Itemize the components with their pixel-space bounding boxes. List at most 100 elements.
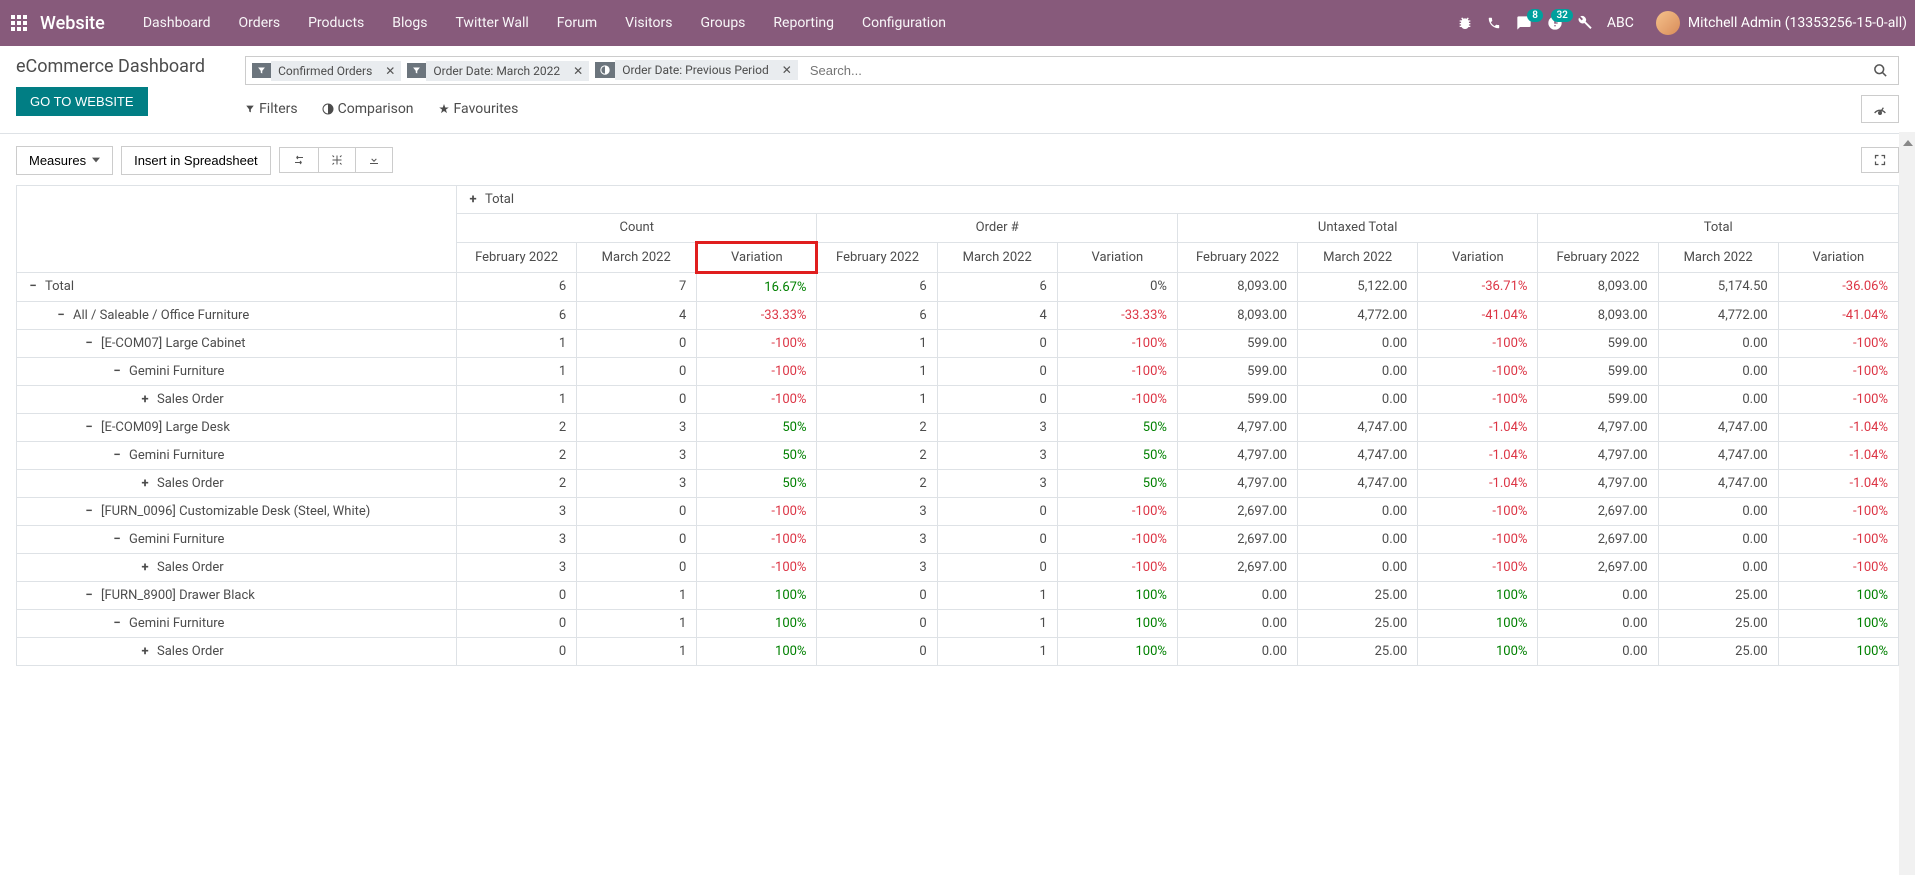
toggle-icon[interactable]: − (111, 532, 123, 547)
pivot-cell[interactable]: 0.00 (1298, 525, 1418, 553)
pivot-cell[interactable]: 0.00 (1658, 553, 1778, 581)
pivot-cell[interactable]: 100% (697, 637, 817, 665)
toggle-icon[interactable]: + (139, 476, 151, 491)
pivot-cell[interactable]: 0 (937, 385, 1057, 413)
pivot-cell[interactable]: 4,797.00 (1177, 413, 1297, 441)
pivot-cell[interactable]: -36.71% (1418, 272, 1538, 301)
pivot-cell[interactable]: 0.00 (1538, 637, 1658, 665)
pivot-cell[interactable]: 4,797.00 (1538, 413, 1658, 441)
pivot-cell[interactable]: 0.00 (1298, 553, 1418, 581)
period-header[interactable]: March 2022 (577, 242, 697, 272)
pivot-cell[interactable]: 3 (457, 497, 577, 525)
pivot-cell[interactable]: 3 (577, 469, 697, 497)
row-header[interactable]: −Gemini Furniture (17, 357, 457, 385)
pivot-cell[interactable]: 4,747.00 (1658, 413, 1778, 441)
user-menu[interactable]: Mitchell Admin (13353256-15-0-all) (1656, 11, 1907, 35)
pivot-cell[interactable]: 100% (1418, 609, 1538, 637)
nav-item-visitors[interactable]: Visitors (611, 1, 686, 45)
dashboard-view-button[interactable] (1861, 95, 1899, 123)
toggle-icon[interactable]: − (83, 504, 95, 519)
download-button[interactable] (356, 147, 393, 173)
facet-remove-button[interactable]: ✕ (379, 61, 401, 81)
period-header[interactable]: Variation (1057, 242, 1177, 272)
pivot-cell[interactable]: 2,697.00 (1538, 525, 1658, 553)
pivot-cell[interactable]: 1 (577, 637, 697, 665)
pivot-cell[interactable]: 1 (457, 329, 577, 357)
toggle-icon[interactable]: − (27, 279, 39, 294)
insert-spreadsheet-button[interactable]: Insert in Spreadsheet (121, 146, 271, 175)
pivot-cell[interactable]: -100% (1778, 553, 1898, 581)
pivot-cell[interactable]: 0.00 (1538, 609, 1658, 637)
pivot-cell[interactable]: 8,093.00 (1538, 301, 1658, 329)
pivot-cell[interactable]: -100% (1418, 329, 1538, 357)
pivot-cell[interactable]: 1 (577, 609, 697, 637)
pivot-cell[interactable]: 2,697.00 (1177, 497, 1297, 525)
pivot-cell[interactable]: 0.00 (1658, 385, 1778, 413)
row-header[interactable]: −[E-COM09] Large Desk (17, 413, 457, 441)
pivot-cell[interactable]: -100% (1057, 497, 1177, 525)
period-header[interactable]: March 2022 (1298, 242, 1418, 272)
pivot-cell[interactable]: -33.33% (1057, 301, 1177, 329)
pivot-cell[interactable]: 8,093.00 (1538, 272, 1658, 301)
pivot-cell[interactable]: 100% (697, 609, 817, 637)
pivot-cell[interactable]: 2 (457, 441, 577, 469)
nav-item-orders[interactable]: Orders (225, 1, 295, 45)
pivot-cell[interactable]: 50% (1057, 441, 1177, 469)
activities-icon[interactable]: 32 (1547, 15, 1563, 31)
row-header[interactable]: +Sales Order (17, 469, 457, 497)
pivot-cell[interactable]: 599.00 (1538, 385, 1658, 413)
measure-header[interactable]: Count (457, 213, 817, 242)
row-header[interactable]: +Sales Order (17, 553, 457, 581)
row-header[interactable]: −Total (17, 272, 457, 301)
row-header[interactable]: +Sales Order (17, 385, 457, 413)
pivot-cell[interactable]: 0% (1057, 272, 1177, 301)
pivot-cell[interactable]: 4,747.00 (1658, 441, 1778, 469)
pivot-cell[interactable]: 6 (937, 272, 1057, 301)
pivot-cell[interactable]: 5,174.50 (1658, 272, 1778, 301)
pivot-cell[interactable]: 1 (577, 581, 697, 609)
pivot-cell[interactable]: -100% (1057, 525, 1177, 553)
pivot-cell[interactable]: 3 (937, 441, 1057, 469)
pivot-cell[interactable]: 0 (457, 637, 577, 665)
period-header[interactable]: February 2022 (1538, 242, 1658, 272)
pivot-cell[interactable]: 2 (817, 441, 937, 469)
phone-icon[interactable] (1487, 16, 1501, 30)
pivot-cell[interactable]: 100% (1418, 581, 1538, 609)
pivot-cell[interactable]: 1 (817, 357, 937, 385)
pivot-cell[interactable]: 50% (697, 469, 817, 497)
pivot-cell[interactable]: -100% (1418, 525, 1538, 553)
pivot-cell[interactable]: 3 (817, 497, 937, 525)
nav-item-groups[interactable]: Groups (686, 1, 759, 45)
pivot-cell[interactable]: 6 (457, 272, 577, 301)
pivot-cell[interactable]: -100% (1778, 385, 1898, 413)
pivot-cell[interactable]: 25.00 (1298, 581, 1418, 609)
toggle-icon[interactable]: − (111, 364, 123, 379)
pivot-cell[interactable]: 0.00 (1298, 329, 1418, 357)
pivot-cell[interactable]: 4,797.00 (1177, 469, 1297, 497)
pivot-cell[interactable]: 100% (1778, 581, 1898, 609)
pivot-cell[interactable]: -100% (1418, 497, 1538, 525)
pivot-cell[interactable]: 0.00 (1658, 497, 1778, 525)
pivot-cell[interactable]: 4 (937, 301, 1057, 329)
pivot-cell[interactable]: 0 (457, 581, 577, 609)
pivot-cell[interactable]: -100% (1057, 357, 1177, 385)
toggle-icon[interactable]: − (111, 448, 123, 463)
pivot-cell[interactable]: 25.00 (1658, 581, 1778, 609)
pivot-cell[interactable]: -100% (1778, 329, 1898, 357)
pivot-cell[interactable]: 100% (1418, 637, 1538, 665)
pivot-cell[interactable]: 0.00 (1658, 525, 1778, 553)
pivot-cell[interactable]: -1.04% (1778, 413, 1898, 441)
row-header[interactable]: −All / Saleable / Office Furniture (17, 301, 457, 329)
pivot-cell[interactable]: -1.04% (1778, 469, 1898, 497)
messages-icon[interactable]: 8 (1515, 15, 1533, 31)
pivot-cell[interactable]: 1 (457, 385, 577, 413)
pivot-cell[interactable]: 100% (1778, 609, 1898, 637)
pivot-cell[interactable]: 0 (457, 609, 577, 637)
search-icon[interactable] (1869, 63, 1892, 78)
pivot-cell[interactable]: 0.00 (1298, 357, 1418, 385)
facet-remove-button[interactable]: ✕ (776, 60, 798, 80)
pivot-cell[interactable]: 50% (1057, 413, 1177, 441)
pivot-cell[interactable]: 0.00 (1658, 357, 1778, 385)
pivot-cell[interactable]: -100% (1418, 553, 1538, 581)
pivot-cell[interactable]: 1 (937, 609, 1057, 637)
